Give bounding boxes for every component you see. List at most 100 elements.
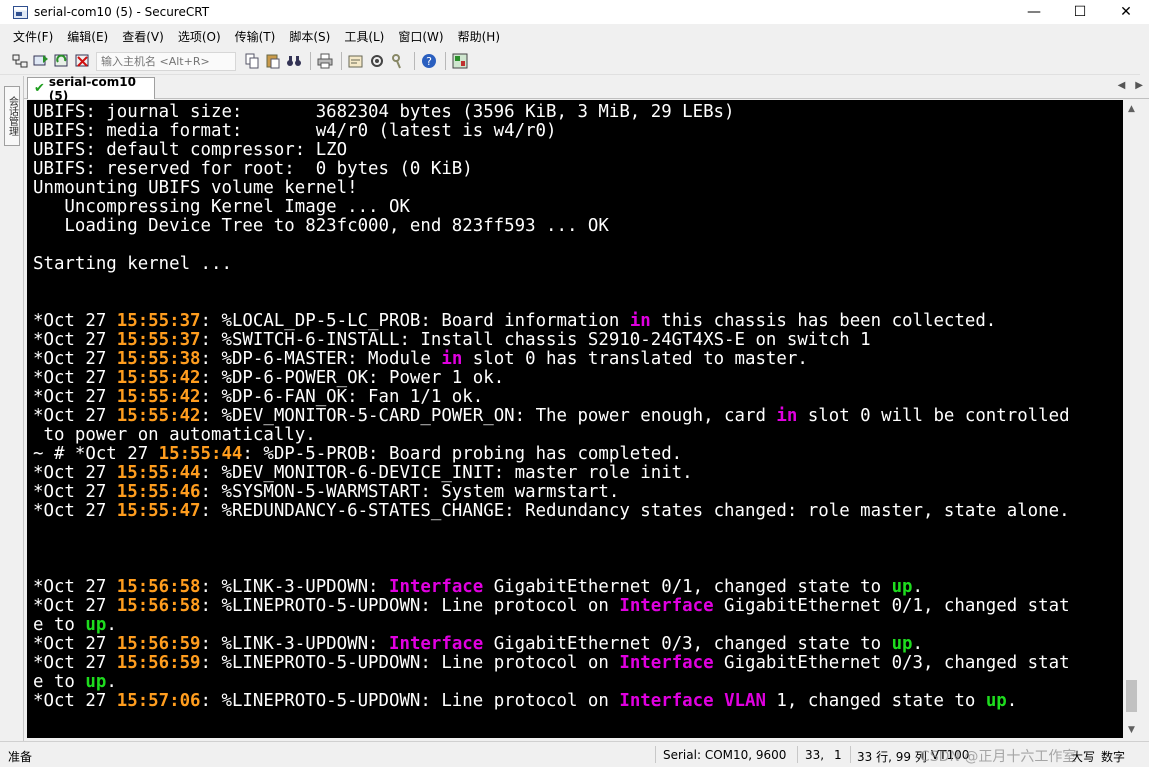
options-icon[interactable] [369, 53, 385, 69]
window-title: serial-com10 (5) - SecureCRT [34, 5, 210, 19]
terminal-scrollbar[interactable]: ▲ ▼ [1123, 100, 1140, 738]
log-timestamp: 15:55:42 [116, 387, 201, 407]
log-keyword: Interface [389, 577, 484, 597]
print-icon[interactable] [317, 53, 333, 69]
terminal-text: *Oct 27 [33, 653, 117, 673]
log-timestamp: 15:55:47 [116, 501, 201, 521]
terminal-line: Uncompressing Kernel Image ... OK [33, 198, 1123, 217]
terminal-text: . [912, 577, 924, 597]
terminal-text: *Oct 27 [33, 406, 117, 426]
map-icon[interactable] [452, 53, 468, 69]
terminal-line: UBIFS: reserved for root: 0 bytes (0 KiB… [33, 160, 1123, 179]
status-separator [850, 746, 851, 763]
menu-window[interactable]: 窗口(W) [398, 28, 443, 45]
terminal-text: . [106, 672, 117, 692]
log-keyword: Interface [619, 691, 714, 711]
terminal-line: *Oct 27 15:55:42: %DP-6-FAN_OK: Fan 1/1 … [33, 388, 1123, 407]
terminal-text: UBIFS: journal size: 3682304 bytes (3596… [33, 102, 735, 122]
tab-scroll-left-icon[interactable]: ◀ [1118, 80, 1126, 91]
menu-bar: 文件(F) 编辑(E) 查看(V) 选项(O) 传输(T) 脚本(S) 工具(L… [0, 24, 1149, 48]
menu-tools[interactable]: 工具(L) [344, 28, 384, 45]
menu-help[interactable]: 帮助(H) [458, 28, 500, 45]
terminal-line: *Oct 27 15:56:58: %LINEPROTO-5-UPDOWN: L… [33, 597, 1123, 616]
terminal-text: . [106, 615, 117, 635]
log-timestamp: 15:56:58 [116, 577, 201, 597]
terminal-text: e to [33, 615, 86, 635]
find-icon[interactable] [286, 53, 302, 69]
terminal-text: *Oct 27 [33, 368, 117, 388]
scroll-down-icon[interactable]: ▼ [1123, 721, 1140, 738]
settings-icon[interactable] [348, 53, 364, 69]
menu-transfer[interactable]: 传输(T) [235, 28, 276, 45]
terminal-text: : %SWITCH-6-INSTALL: Install chassis S29… [200, 330, 871, 350]
terminal-text: : %SYSMON-5-WARMSTART: System warmstart. [200, 482, 620, 502]
terminal-output[interactable]: UBIFS: journal size: 3682304 bytes (3596… [27, 100, 1123, 738]
menu-options[interactable]: 选项(O) [178, 28, 221, 45]
disconnect-icon[interactable] [75, 53, 91, 69]
terminal-text: *Oct 27 [33, 463, 117, 483]
terminal-line: UBIFS: default compressor: LZO [33, 141, 1123, 160]
terminal-text: : %LINEPROTO-5-UPDOWN: Line protocol on [200, 596, 620, 616]
status-size: 33 行, 99 列 [857, 750, 927, 764]
host-input[interactable] [96, 51, 236, 71]
status-separator [797, 746, 798, 763]
menu-file[interactable]: 文件(F) [13, 28, 53, 45]
terminal-text: Uncompressing Kernel Image ... OK [33, 197, 410, 217]
connect-icon[interactable] [12, 53, 28, 69]
terminal-line: *Oct 27 15:56:59: %LINK-3-UPDOWN: Interf… [33, 635, 1123, 654]
log-state-up: up [985, 691, 1007, 711]
terminal-line: ~ # *Oct 27 15:55:44: %DP-5-PROB: Board … [33, 445, 1123, 464]
terminal-text: : %DEV_MONITOR-6-DEVICE_INIT: master rol… [200, 463, 693, 483]
scrollbar-thumb[interactable] [1126, 680, 1137, 712]
terminal-text: : %DP-6-POWER_OK: Power 1 ok. [200, 368, 505, 388]
terminal-text: GigabitEthernet 0/1, changed state to [483, 577, 892, 597]
connected-check-icon: ✔ [34, 81, 45, 96]
log-timestamp: 15:56:59 [116, 634, 201, 654]
terminal-text: slot 0 will be controlled [797, 406, 1070, 426]
terminal-line: *Oct 27 15:56:58: %LINK-3-UPDOWN: Interf… [33, 578, 1123, 597]
status-num: 数字 [1101, 750, 1126, 764]
terminal-text: : %DP-5-PROB: Board probing has complete… [242, 444, 683, 464]
help-icon[interactable]: ? [421, 53, 437, 69]
menu-edit[interactable]: 编辑(E) [67, 28, 108, 45]
tab-serial-com10[interactable]: ✔ serial-com10 (5) [27, 75, 155, 103]
session-manager-tab[interactable]: 会话管理 [4, 86, 20, 146]
menu-script[interactable]: 脚本(S) [289, 28, 330, 45]
terminal-line: *Oct 27 15:55:37: %LOCAL_DP-5-LC_PROB: B… [33, 312, 1123, 331]
reconnect-icon[interactable] [54, 53, 70, 69]
tab-scroll-right-icon[interactable]: ▶ [1135, 80, 1143, 91]
paste-icon[interactable] [265, 53, 281, 69]
terminal-text: *Oct 27 [33, 596, 117, 616]
menu-view[interactable]: 查看(V) [122, 28, 164, 45]
log-state-up: up [891, 634, 913, 654]
terminal-text: Unmounting UBIFS volume kernel! [33, 178, 358, 198]
log-keyword: in [776, 406, 798, 426]
keymap-icon[interactable] [390, 53, 406, 69]
minimize-button[interactable]: — [1011, 0, 1057, 24]
terminal-line: e to up. [33, 616, 1123, 635]
toolbar-separator [414, 52, 415, 70]
terminal-text: e to [33, 672, 86, 692]
svg-text:?: ? [426, 55, 432, 68]
terminal-text: ~ # *Oct 27 [33, 444, 159, 464]
terminal-text: : %LINK-3-UPDOWN: [200, 577, 389, 597]
close-button[interactable]: ✕ [1103, 0, 1149, 24]
scroll-up-icon[interactable]: ▲ [1123, 100, 1140, 117]
quick-connect-icon[interactable] [33, 53, 49, 69]
log-timestamp: 15:56:59 [116, 653, 201, 673]
terminal-line: *Oct 27 15:55:42: %DEV_MONITOR-5-CARD_PO… [33, 407, 1123, 426]
status-ready: 准备 [8, 750, 33, 764]
terminal-text: 1, changed state to [765, 691, 986, 711]
maximize-button[interactable]: ☐ [1057, 0, 1103, 24]
terminal-text: *Oct 27 [33, 691, 117, 711]
terminal-text: UBIFS: media format: w4/r0 (latest is w4… [33, 121, 557, 141]
copy-icon[interactable] [244, 53, 260, 69]
log-keyword: Interface [619, 596, 714, 616]
title-bar: serial-com10 (5) - SecureCRT — ☐ ✕ [0, 0, 1149, 24]
terminal-line: Unmounting UBIFS volume kernel! [33, 179, 1123, 198]
terminal-text: : %REDUNDANCY-6-STATES_CHANGE: Redundanc… [200, 501, 1070, 521]
